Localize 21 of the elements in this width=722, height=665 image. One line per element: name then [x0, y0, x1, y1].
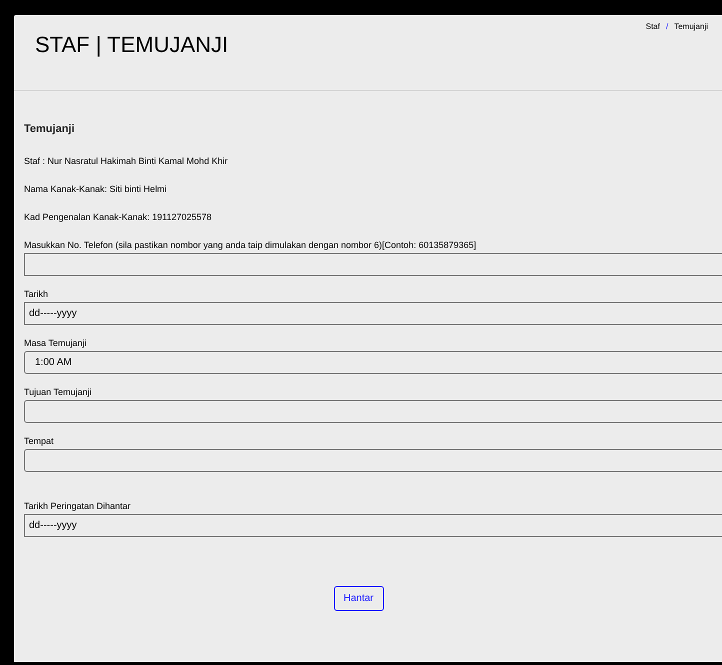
- info-text: Staf : Nur Nasratul Hakimah Binti Kamal Mohd Khir: [24, 156, 229, 167]
- field-label: Tarikh: [24, 289, 50, 300]
- section-title: Temujanji: [24, 123, 76, 136]
- text-field[interactable]: [24, 253, 722, 276]
- page-title: STAF | TEMUJANJI: [35, 32, 228, 58]
- info-text: Nama Kanak-Kanak: Siti binti Helmi: [24, 184, 168, 195]
- time-field[interactable]: 1:00 AM: [24, 351, 722, 374]
- breadcrumb-separator: /: [666, 22, 668, 32]
- breadcrumb-link[interactable]: Staf: [646, 22, 660, 32]
- submit-button[interactable]: Hantar: [334, 586, 384, 611]
- field-label: Tempat: [24, 436, 55, 447]
- breadcrumb-link[interactable]: Temujanji: [674, 22, 708, 32]
- text-field[interactable]: [24, 400, 722, 423]
- date-field[interactable]: dd-----yyyy: [24, 514, 722, 537]
- text-field[interactable]: [24, 449, 722, 472]
- field-label: Masa Temujanji: [24, 338, 88, 349]
- info-text: Kad Pengenalan Kanak-Kanak: 191127025578: [24, 212, 212, 223]
- field-label: Tarikh Peringatan Dihantar: [24, 501, 132, 512]
- field-label: Tujuan Temujanji: [24, 387, 93, 398]
- field-label: Masukkan No. Telefon (sila pastikan nombor yang anda taip dimulakan dengan nombor 6)[Contoh: 60135879365]: [24, 240, 478, 251]
- date-field[interactable]: dd-----yyyy: [24, 302, 722, 325]
